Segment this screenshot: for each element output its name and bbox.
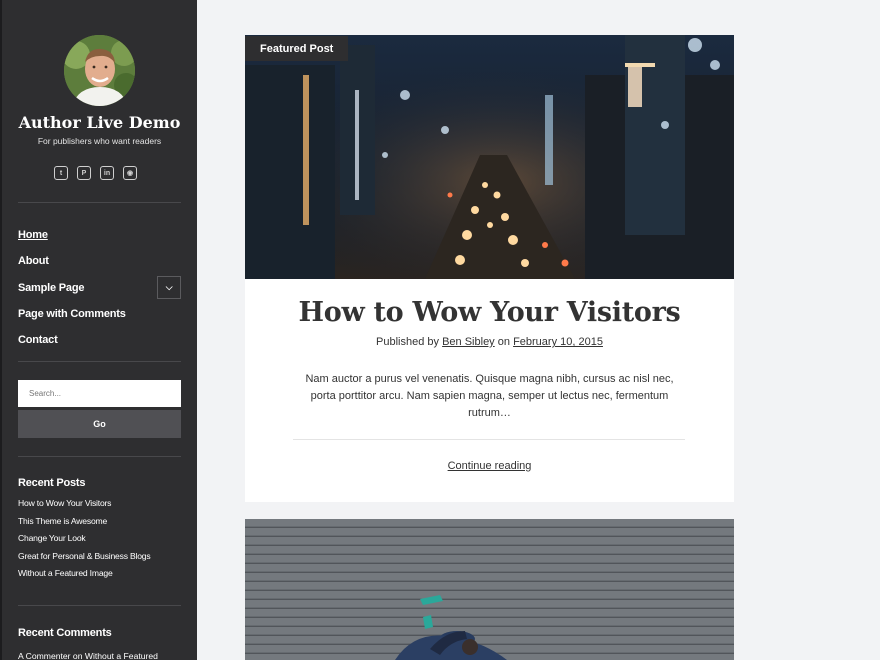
featured-post-label: Featured Post: [245, 36, 349, 61]
menu-item-label: Home: [18, 229, 48, 242]
divider: [18, 202, 181, 203]
chevron-down-icon[interactable]: ⌵: [157, 276, 181, 300]
instagram-icon[interactable]: ◉: [123, 166, 137, 180]
divider: [18, 605, 181, 606]
pinterest-icon[interactable]: P: [77, 166, 91, 180]
post-byline: Published by Ben Sibley on February 10, …: [245, 336, 734, 348]
divider: [293, 439, 685, 440]
continue-reading-link[interactable]: Continue reading: [448, 460, 532, 472]
social-links: t P in ◉: [54, 166, 137, 180]
featured-image[interactable]: [245, 519, 734, 660]
avatar[interactable]: [64, 35, 135, 106]
sidebar: Author Live Demo For publishers who want…: [0, 0, 197, 660]
menu-item-label: Sample Page: [18, 281, 85, 294]
primary-menu: Home About Sample Page ⌵ Page with Commen…: [18, 222, 181, 353]
recent-comment-link[interactable]: A Commenter on Without a Featured: [18, 651, 158, 660]
menu-item-sample-page[interactable]: Sample Page ⌵: [18, 275, 181, 301]
recent-post-link[interactable]: This Theme is Awesome: [18, 516, 188, 534]
search-input[interactable]: [18, 380, 181, 407]
menu-item-home[interactable]: Home: [18, 222, 181, 248]
post-card: How to Wow Your Visitors Published by Be…: [245, 35, 734, 502]
byline-prefix: Published by: [376, 336, 440, 348]
menu-item-label: Page with Comments: [18, 308, 126, 321]
post-card: [245, 519, 734, 660]
search-button[interactable]: Go: [18, 410, 181, 438]
avatar-photo: [64, 35, 135, 106]
menu-item-contact[interactable]: Contact: [18, 327, 181, 353]
divider: [18, 361, 181, 362]
recent-posts-title: Recent Posts: [18, 477, 86, 489]
recent-post-link[interactable]: Great for Personal & Business Blogs: [18, 551, 188, 569]
site-title[interactable]: Author Live Demo: [2, 113, 197, 132]
linkedin-icon[interactable]: in: [100, 166, 114, 180]
post-excerpt: Nam auctor a purus vel venenatis. Quisqu…: [305, 373, 674, 419]
menu-item-label: About: [18, 255, 49, 268]
recent-post-link[interactable]: Change Your Look: [18, 533, 188, 551]
continue-reading: Continue reading: [245, 460, 734, 472]
recent-posts-list: How to Wow Your Visitors This Theme is A…: [18, 498, 188, 586]
menu-item-label: Contact: [18, 334, 58, 347]
featured-image[interactable]: [245, 35, 734, 279]
twitter-icon[interactable]: t: [54, 166, 68, 180]
divider: [18, 456, 181, 457]
site-tagline: For publishers who want readers: [37, 136, 162, 146]
menu-item-about[interactable]: About: [18, 248, 181, 274]
post-title[interactable]: How to Wow Your Visitors: [245, 297, 734, 328]
date-link[interactable]: February 10, 2015: [513, 336, 603, 348]
recent-post-link[interactable]: How to Wow Your Visitors: [18, 498, 188, 516]
recent-comments-title: Recent Comments: [18, 627, 112, 639]
author-link[interactable]: Ben Sibley: [442, 336, 495, 348]
recent-post-link[interactable]: Without a Featured Image: [18, 568, 188, 586]
byline-mid: on: [497, 336, 510, 348]
menu-item-page-with-comments[interactable]: Page with Comments: [18, 301, 181, 327]
